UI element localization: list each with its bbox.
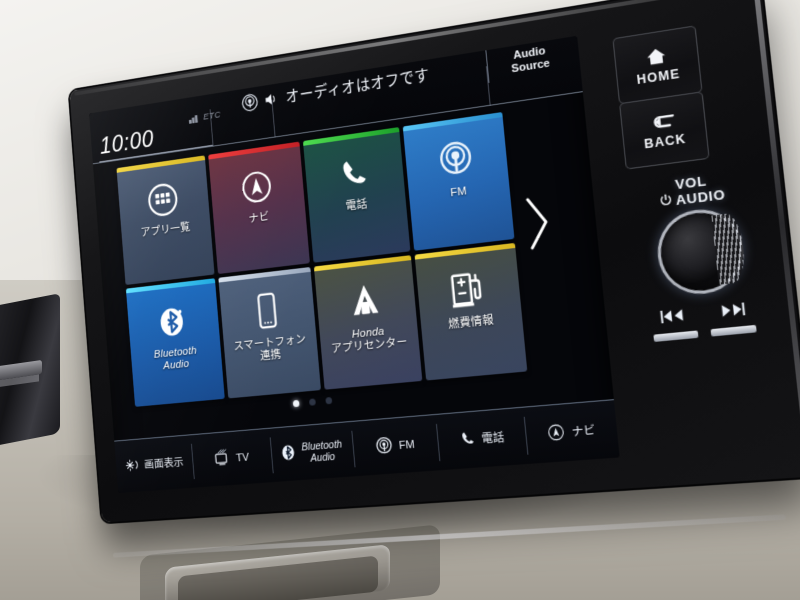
head-unit: 10:00 ETC オーディオはオフです Audio Source アプリ一覧 … (69, 0, 800, 560)
shortcut-fm[interactable]: FM (351, 415, 441, 476)
etc-indicator: ETC (188, 110, 221, 125)
broadcast-icon (374, 435, 394, 458)
shortcut-label: TV (235, 451, 250, 464)
tile-label: 燃費情報 (447, 314, 495, 332)
tile-bluetooth-audio[interactable]: Bluetooth Audio (125, 278, 225, 407)
next-track-button[interactable] (710, 297, 755, 322)
etc-icon (188, 114, 200, 124)
power-icon (659, 193, 673, 210)
scene: 10:00 ETC オーディオはオフです Audio Source アプリ一覧 … (0, 0, 800, 600)
shortcut-label: Bluetooth Audio (301, 438, 344, 465)
app-grid-icon (144, 174, 181, 225)
prev-track-button[interactable] (651, 303, 695, 328)
shortcut-label: 電話 (481, 431, 505, 446)
shortcut-display-settings[interactable]: 画面表示 (114, 435, 194, 493)
navigation-arrow-icon (545, 421, 566, 445)
bluetooth-icon (154, 297, 192, 348)
prev-track-icon (660, 308, 684, 324)
fuel-pump-icon (446, 263, 489, 317)
shortcut-navigation[interactable]: ナビ (523, 400, 620, 464)
page-dot-3[interactable] (324, 396, 332, 405)
brightness-icon (124, 457, 140, 475)
tile-navigation[interactable]: ナビ (207, 141, 310, 275)
tile-honda-app-center[interactable]: Honda アプリセンター (313, 255, 422, 390)
etc-label: ETC (202, 109, 222, 123)
tile-app-list[interactable]: アプリ一覧 (116, 155, 215, 286)
tile-label: 電話 (345, 198, 368, 213)
shortcut-label-line2: Audio (309, 450, 336, 465)
tile-label: ナビ (248, 211, 270, 226)
shortcut-label: ナビ (571, 424, 596, 439)
tile-label-line2: Audio (162, 358, 190, 373)
tile-phone[interactable]: 電話 (302, 127, 410, 263)
home-button-label: HOME (635, 65, 681, 87)
tv-monitor-icon (213, 448, 231, 469)
back-arrow-icon (650, 111, 677, 134)
tile-label-line2: アプリセンター (331, 336, 409, 356)
navigation-arrow-icon (237, 161, 276, 213)
phone-handset-icon (457, 429, 476, 452)
next-track-icon (721, 302, 746, 318)
page-dot-2[interactable] (308, 398, 316, 406)
home-tile-grid: アプリ一覧 ナビ 電話 FM Bluetooth Audio スマートフォン 連… (116, 112, 528, 407)
broadcast-icon (241, 92, 259, 112)
air-vent-left (0, 293, 60, 447)
smartphone-icon (253, 286, 282, 337)
shortcut-label: FM (398, 438, 416, 452)
honda-app-center-icon (345, 274, 386, 327)
phone-handset-icon (334, 147, 373, 200)
tile-label-line2: 連携 (259, 348, 282, 363)
shortcut-tv[interactable]: TV (190, 429, 273, 488)
speaker-icon (264, 90, 280, 106)
bluetooth-icon (280, 442, 297, 466)
tile-label: アプリ一覧 (140, 221, 191, 240)
shortcut-phone[interactable]: 電話 (435, 408, 528, 470)
broadcast-icon (433, 132, 478, 187)
page-dot-1[interactable] (292, 399, 300, 408)
touchscreen-display[interactable]: 10:00 ETC オーディオはオフです Audio Source アプリ一覧 … (89, 35, 620, 494)
back-hardware-button[interactable]: BACK (619, 91, 710, 170)
tile-smartphone-link[interactable]: スマートフォン 連携 (217, 266, 321, 399)
tile-fm-radio[interactable]: FM (402, 112, 515, 251)
tile-fuel-economy[interactable]: 燃費情報 (414, 242, 528, 381)
shortcut-bluetooth-audio[interactable]: Bluetooth Audio (269, 422, 355, 482)
tile-label: FM (449, 185, 468, 200)
shortcut-label: 画面表示 (143, 456, 184, 471)
back-button-label: BACK (643, 130, 687, 151)
next-page-button[interactable] (522, 193, 553, 253)
house-icon (645, 45, 668, 70)
